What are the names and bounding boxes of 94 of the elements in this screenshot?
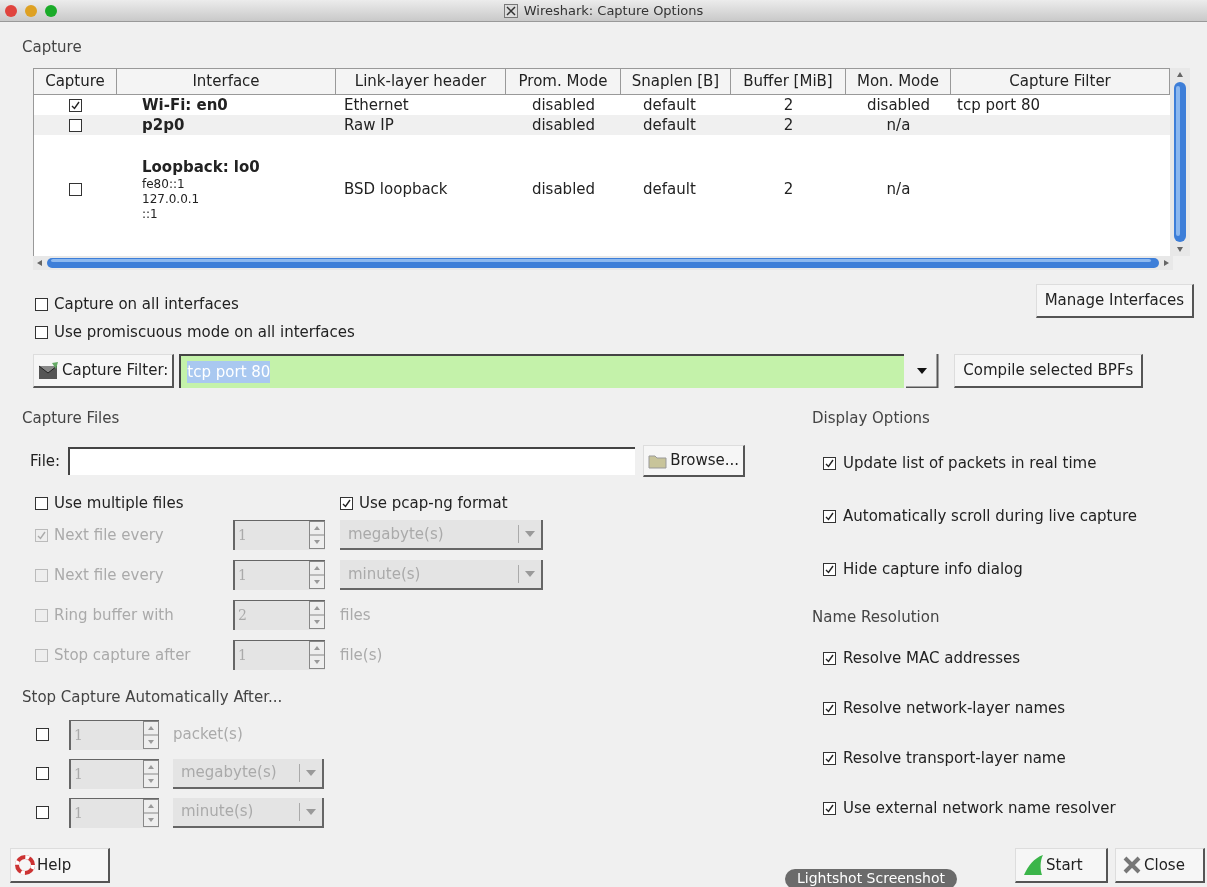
checkbox[interactable] [823,563,836,576]
window-controls-icon [4,4,60,18]
label: Use external network name resolver [843,797,1116,819]
checkbox[interactable] [35,297,48,311]
spin-arrows-icon [143,720,159,750]
label: Stop capture after [54,644,191,666]
section-title: Capture [22,37,83,58]
envelope-icon [38,360,60,381]
label: Resolve transport-layer name [843,747,1066,769]
column-header[interactable]: Capture [34,69,117,95]
label: Update list of packets in real time [843,453,1097,475]
table-cell-text: Raw IP [344,115,394,134]
label: Automatically scroll during live capture [843,506,1138,528]
table-cell-text: 2 [783,179,794,198]
table-cell-text: disabled [531,115,596,134]
checkbox[interactable] [823,651,836,665]
interface-name: Wi-Fi: en0 [142,95,229,115]
table-cell-text: disabled [866,95,931,114]
table-cell-text: disabled [531,179,596,198]
checkbox[interactable] [823,510,836,523]
section-title: Name Resolution [812,607,941,628]
capture-filter-button[interactable]: Capture Filter: [33,354,175,388]
label: Use multiple files [54,492,184,514]
manage-interfaces-button[interactable]: Manage Interfaces [1035,284,1194,318]
label: Use pcap-ng format [359,492,508,514]
spin-arrows-icon [309,601,325,630]
table-cell-text: n/a [886,179,911,198]
interface-name: p2p0 [142,115,186,135]
label: Next file every [54,524,164,546]
spin-arrows-icon [309,561,325,590]
checkbox[interactable] [823,457,836,470]
column-header[interactable]: Buffer [MiB] [731,69,846,95]
table-cell-text: Ethernet [344,95,409,114]
label: Resolve MAC addresses [843,647,1021,669]
file-field[interactable] [68,447,636,475]
checkbox[interactable] [35,325,48,339]
address-text: 127.0.0.1 [142,191,201,207]
compile-button[interactable]: Compile selected BPFs [954,354,1144,388]
spin-arrows-icon [309,641,325,670]
address-text: fe80::1 [142,176,186,192]
table-cell-text: 2 [783,115,794,134]
unit-label: file(s) [340,644,383,666]
table-cell-text: n/a [886,115,911,134]
table-row[interactable]: p2p0 Raw IP disabled default 2 n/a [34,115,1170,135]
table-cell-text: BSD loopback [344,179,448,198]
spin-arrows-icon [143,759,159,789]
checkbox[interactable] [823,751,836,765]
table-cell-text: default [643,115,696,134]
dropdown-arrow-icon [906,354,940,388]
spin-arrows-icon [309,521,325,550]
checkbox[interactable] [69,182,82,196]
spin-arrows-icon [143,798,159,828]
folder-icon [648,452,669,469]
table-cell-text: 2 [783,95,794,114]
checkbox[interactable] [823,801,836,815]
column-header[interactable]: Prom. Mode [506,69,621,95]
x-app-icon [503,3,518,18]
tooltip: Lightshot Screenshot [785,869,957,887]
checkbox[interactable] [35,496,48,510]
label: Use promiscuous mode on all interfaces [54,321,355,343]
column-header[interactable]: Capture Filter [951,69,1170,95]
window-title: Wireshark: Capture Options [523,1,704,20]
section-title: Capture Files [22,408,121,429]
lifebuoy-icon [15,855,35,875]
checkbox[interactable] [340,496,353,510]
browse-button[interactable]: Browse... [643,445,746,477]
checkbox[interactable] [69,118,82,132]
close-icon [1122,855,1142,875]
unit-label: packet(s) [173,724,243,746]
label: Next file every [54,564,164,586]
help-button[interactable]: Help [10,848,110,883]
label: Resolve network-layer names [843,697,1066,719]
column-header[interactable]: Mon. Mode [846,69,951,95]
start-button[interactable]: Start [1015,848,1108,883]
section-title: Display Options [812,408,931,429]
label: Ring buffer with [54,604,174,626]
column-header[interactable]: Interface [117,69,336,95]
interface-name: Loopback: lo0 [142,156,261,177]
table-cell-text: default [643,179,696,198]
table-cell-text: tcp port 80 [957,95,1041,114]
checkbox[interactable] [69,98,82,112]
label: Hide capture info dialog [843,559,1023,581]
label: File: [30,450,61,472]
unit-label: files [340,604,371,626]
label: Capture on all interfaces [54,293,239,315]
section-title: Stop Capture Automatically After... [22,687,284,708]
checkbox[interactable] [823,701,836,715]
table-cell-text: disabled [531,95,596,114]
column-header[interactable]: Link-layer header [336,69,506,95]
column-header[interactable]: Snaplen [B] [621,69,731,95]
address-text: ::1 [142,206,159,222]
close-button[interactable]: Close [1115,848,1205,883]
table-cell-text: default [643,95,696,114]
fin-icon [1022,854,1044,876]
